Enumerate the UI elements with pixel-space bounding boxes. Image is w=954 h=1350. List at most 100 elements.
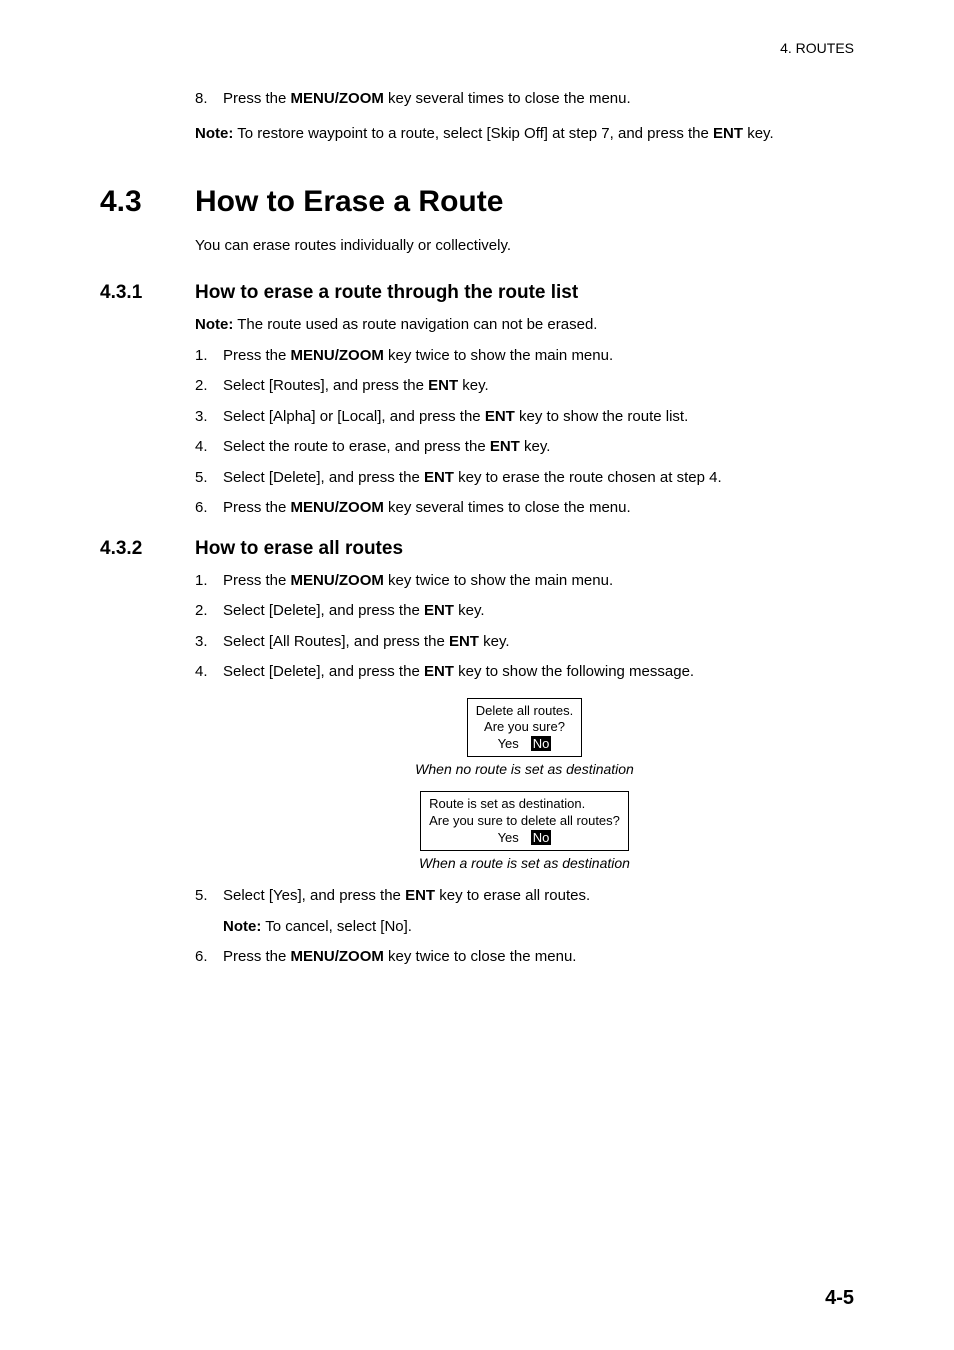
step-text: Press the MENU/ZOOM key twice to show th… <box>223 570 854 593</box>
step-text: Select [Delete], and press the ENT key. <box>223 600 854 623</box>
t: Select [All Routes], and press the <box>223 633 449 650</box>
step-number: 3. <box>195 406 223 429</box>
t: To cancel, select [No]. <box>261 918 412 935</box>
t: key to erase the route chosen at step 4. <box>454 469 722 486</box>
key-ent: ENT <box>490 438 520 455</box>
step-number: 5. <box>195 885 223 908</box>
subsection-note: Note: The route used as route navigation… <box>195 314 854 337</box>
step-432-2: 2. Select [Delete], and press the ENT ke… <box>195 600 854 623</box>
step-431-4: 4. Select the route to erase, and press … <box>195 436 854 459</box>
t: key. <box>454 602 485 619</box>
dialog-options: Yes No <box>429 830 620 846</box>
subsection-title: How to erase all routes <box>195 538 403 560</box>
dialog-line: Delete all routes. <box>476 703 574 719</box>
t: key several times to close the menu. <box>384 90 631 107</box>
step-number: 1. <box>195 570 223 593</box>
key-menu-zoom: MENU/ZOOM <box>291 948 384 965</box>
dialog-line: Route is set as destination. <box>429 796 620 812</box>
dialog-options: Yes No <box>476 736 574 752</box>
note-label: Note: <box>223 918 261 935</box>
t: Press the <box>223 347 291 364</box>
step-number: 5. <box>195 467 223 490</box>
t: key. <box>479 633 510 650</box>
subsection-heading-432: 4.3.2 How to erase all routes <box>100 538 854 560</box>
t: Select the route to erase, and press the <box>223 438 490 455</box>
dialog-figure-1: Delete all routes. Are you sure? Yes No <box>195 698 854 758</box>
step-432-3: 3. Select [All Routes], and press the EN… <box>195 631 854 654</box>
step-text: Select [Delete], and press the ENT key t… <box>223 467 854 490</box>
note-label: Note: <box>195 125 233 142</box>
key-ent: ENT <box>424 602 454 619</box>
key-ent: ENT <box>713 125 743 142</box>
intro-note: Note: To restore waypoint to a route, se… <box>195 123 854 146</box>
step-number: 8. <box>195 88 223 111</box>
t: key. <box>520 438 551 455</box>
step-text: Select [Alpha] or [Local], and press the… <box>223 406 854 429</box>
step-number: 6. <box>195 497 223 520</box>
step-432-5-note: Note: To cancel, select [No]. <box>223 916 854 939</box>
key-menu-zoom: MENU/ZOOM <box>291 499 384 516</box>
t: key twice to show the main menu. <box>384 572 613 589</box>
t: The route used as route navigation can n… <box>233 316 597 333</box>
page-number: 4-5 <box>825 1287 854 1310</box>
section-number: 4.3 <box>100 185 195 219</box>
t: Select [Routes], and press the <box>223 377 428 394</box>
t: key. <box>743 125 774 142</box>
dialog-line: Are you sure? <box>476 719 574 735</box>
step-text: Select [All Routes], and press the ENT k… <box>223 631 854 654</box>
note-label: Note: <box>195 316 233 333</box>
t: Select [Alpha] or [Local], and press the <box>223 408 485 425</box>
key-ent: ENT <box>405 887 435 904</box>
step-text: Select [Yes], and press the ENT key to e… <box>223 885 854 908</box>
t: key to show the following message. <box>454 663 694 680</box>
figure-caption-2: When a route is set as destination <box>195 855 854 871</box>
t: key twice to show the main menu. <box>384 347 613 364</box>
step-number: 3. <box>195 631 223 654</box>
dialog-no: No <box>531 830 552 845</box>
step-text: Press the MENU/ZOOM key twice to show th… <box>223 345 854 368</box>
step-432-4: 4. Select [Delete], and press the ENT ke… <box>195 661 854 684</box>
t: key to show the route list. <box>515 408 688 425</box>
step-number: 2. <box>195 600 223 623</box>
step-431-1: 1. Press the MENU/ZOOM key twice to show… <box>195 345 854 368</box>
step-text: Select [Delete], and press the ENT key t… <box>223 661 854 684</box>
step-text: Select the route to erase, and press the… <box>223 436 854 459</box>
t: Select [Delete], and press the <box>223 602 424 619</box>
subsection-title: How to erase a route through the route l… <box>195 282 578 304</box>
section-heading: 4.3 How to Erase a Route <box>100 185 854 219</box>
step-431-3: 3. Select [Alpha] or [Local], and press … <box>195 406 854 429</box>
step-431-2: 2. Select [Routes], and press the ENT ke… <box>195 375 854 398</box>
t: Press the <box>223 90 291 107</box>
t: Press the <box>223 948 291 965</box>
t: Select [Delete], and press the <box>223 469 424 486</box>
step-number: 4. <box>195 661 223 684</box>
page-header: 4. ROUTES <box>100 40 854 56</box>
step-number: 2. <box>195 375 223 398</box>
step-432-5: 5. Select [Yes], and press the ENT key t… <box>195 885 854 908</box>
step-text: Select [Routes], and press the ENT key. <box>223 375 854 398</box>
dialog-yes: Yes <box>498 736 519 751</box>
t: Press the <box>223 499 291 516</box>
intro-step-8: 8. Press the MENU/ZOOM key several times… <box>195 88 854 111</box>
dialog-box: Route is set as destination. Are you sur… <box>420 791 629 851</box>
step-431-6: 6. Press the MENU/ZOOM key several times… <box>195 497 854 520</box>
step-431-5: 5. Select [Delete], and press the ENT ke… <box>195 467 854 490</box>
step-number: 4. <box>195 436 223 459</box>
subsection-number: 4.3.1 <box>100 282 195 304</box>
section-title: How to Erase a Route <box>195 185 503 219</box>
t: Select [Yes], and press the <box>223 887 405 904</box>
dialog-line: Are you sure to delete all routes? <box>429 813 620 829</box>
key-menu-zoom: MENU/ZOOM <box>291 90 384 107</box>
key-ent: ENT <box>424 469 454 486</box>
dialog-figure-2: Route is set as destination. Are you sur… <box>195 791 854 851</box>
step-432-1: 1. Press the MENU/ZOOM key twice to show… <box>195 570 854 593</box>
step-number: 6. <box>195 946 223 969</box>
step-number: 1. <box>195 345 223 368</box>
subsection-number: 4.3.2 <box>100 538 195 560</box>
t: To restore waypoint to a route, select [… <box>233 125 713 142</box>
dialog-yes: Yes <box>498 830 519 845</box>
dialog-no: No <box>531 736 552 751</box>
t: key to erase all routes. <box>435 887 590 904</box>
key-ent: ENT <box>424 663 454 680</box>
key-ent: ENT <box>485 408 515 425</box>
